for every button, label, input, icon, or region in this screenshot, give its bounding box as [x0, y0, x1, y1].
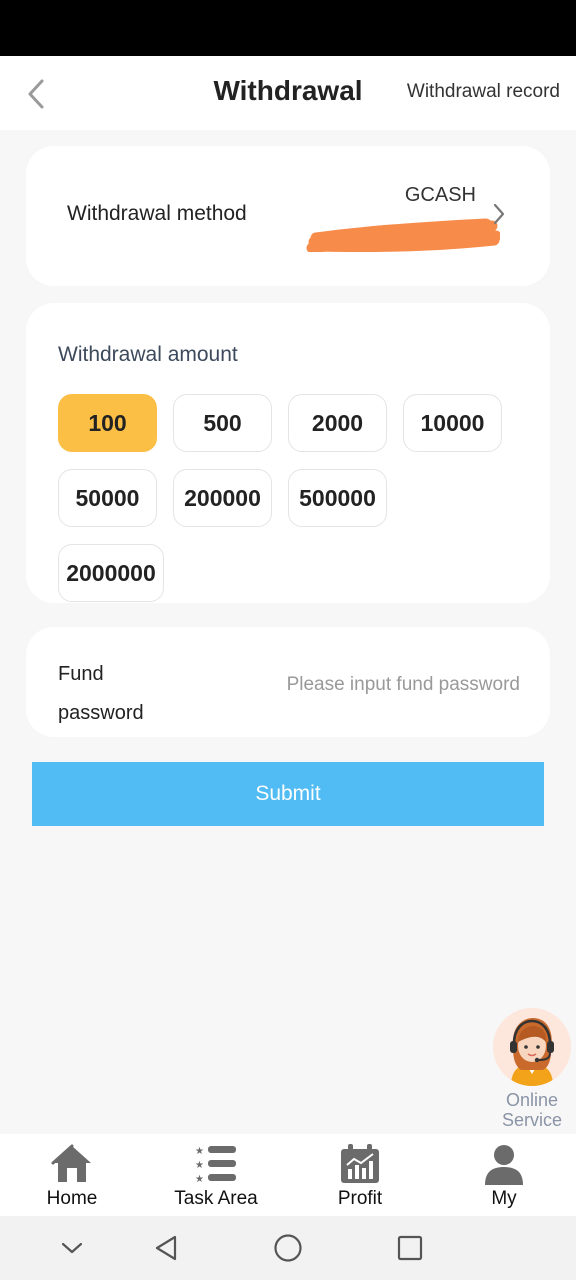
- withdrawal-amount-card: Withdrawal amount 100 500 2000 10000 500…: [26, 303, 550, 603]
- svg-text:★: ★: [195, 1160, 204, 1171]
- amount-option-500000[interactable]: 500000: [288, 469, 387, 527]
- amount-option-50000[interactable]: 50000: [58, 469, 157, 527]
- online-service-button[interactable]: Online Service: [492, 1008, 572, 1134]
- amount-option-2000000[interactable]: 2000000: [58, 544, 164, 602]
- amount-option-10000[interactable]: 10000: [403, 394, 502, 452]
- nav-recents-button[interactable]: [390, 1230, 430, 1266]
- system-nav-bar: [0, 1216, 576, 1280]
- tab-task-area[interactable]: ★ ★ ★ Task Area: [144, 1134, 288, 1216]
- tab-task-area-label: Task Area: [174, 1188, 258, 1209]
- fund-password-card: Fund password: [26, 627, 550, 737]
- tab-my-label: My: [491, 1188, 517, 1209]
- amount-option-2000[interactable]: 2000: [288, 394, 387, 452]
- tab-home-label: Home: [46, 1188, 98, 1209]
- chevron-down-icon: [61, 1242, 83, 1254]
- tab-my[interactable]: My: [432, 1134, 576, 1216]
- withdrawal-method-card[interactable]: Withdrawal method GCASH: [26, 146, 550, 286]
- user-icon: [482, 1142, 526, 1186]
- status-bar: [0, 0, 576, 56]
- chart-calendar-icon: [338, 1142, 382, 1186]
- withdrawal-amount-label: Withdrawal amount: [58, 343, 238, 366]
- fund-password-input[interactable]: [220, 667, 520, 703]
- amount-option-500[interactable]: 500: [173, 394, 272, 452]
- redaction-scribble: [306, 218, 500, 252]
- tab-profit[interactable]: Profit: [288, 1134, 432, 1216]
- task-list-icon: ★ ★ ★: [194, 1142, 238, 1186]
- submit-button[interactable]: Submit: [32, 762, 544, 826]
- home-icon: [50, 1142, 94, 1186]
- amount-option-100[interactable]: 100: [58, 394, 157, 452]
- tab-home[interactable]: Home: [0, 1134, 144, 1216]
- customer-service-agent-icon: [493, 1008, 571, 1086]
- chevron-right-icon: [493, 203, 505, 225]
- back-triangle-icon: [155, 1235, 177, 1261]
- svg-text:★: ★: [195, 1146, 204, 1157]
- tab-profit-label: Profit: [337, 1188, 383, 1209]
- online-service-label: Online Service: [501, 1090, 563, 1130]
- home-circle-icon: [274, 1234, 302, 1262]
- fund-password-label: Fund password: [58, 663, 144, 724]
- nav-home-button[interactable]: [268, 1230, 308, 1266]
- withdrawal-method-label: Withdrawal method: [67, 202, 247, 225]
- amount-option-200000[interactable]: 200000: [173, 469, 272, 527]
- bottom-tab-bar: Home ★ ★ ★ Task Area Profit My: [0, 1134, 576, 1216]
- header: Withdrawal Withdrawal record: [0, 56, 576, 130]
- svg-text:★: ★: [195, 1174, 204, 1184]
- withdrawal-method-value: GCASH: [404, 184, 476, 206]
- recents-square-icon: [397, 1235, 423, 1261]
- withdrawal-record-link[interactable]: Withdrawal record: [407, 81, 560, 103]
- nav-back-button[interactable]: [146, 1230, 186, 1266]
- nav-hide-button[interactable]: [52, 1230, 92, 1266]
